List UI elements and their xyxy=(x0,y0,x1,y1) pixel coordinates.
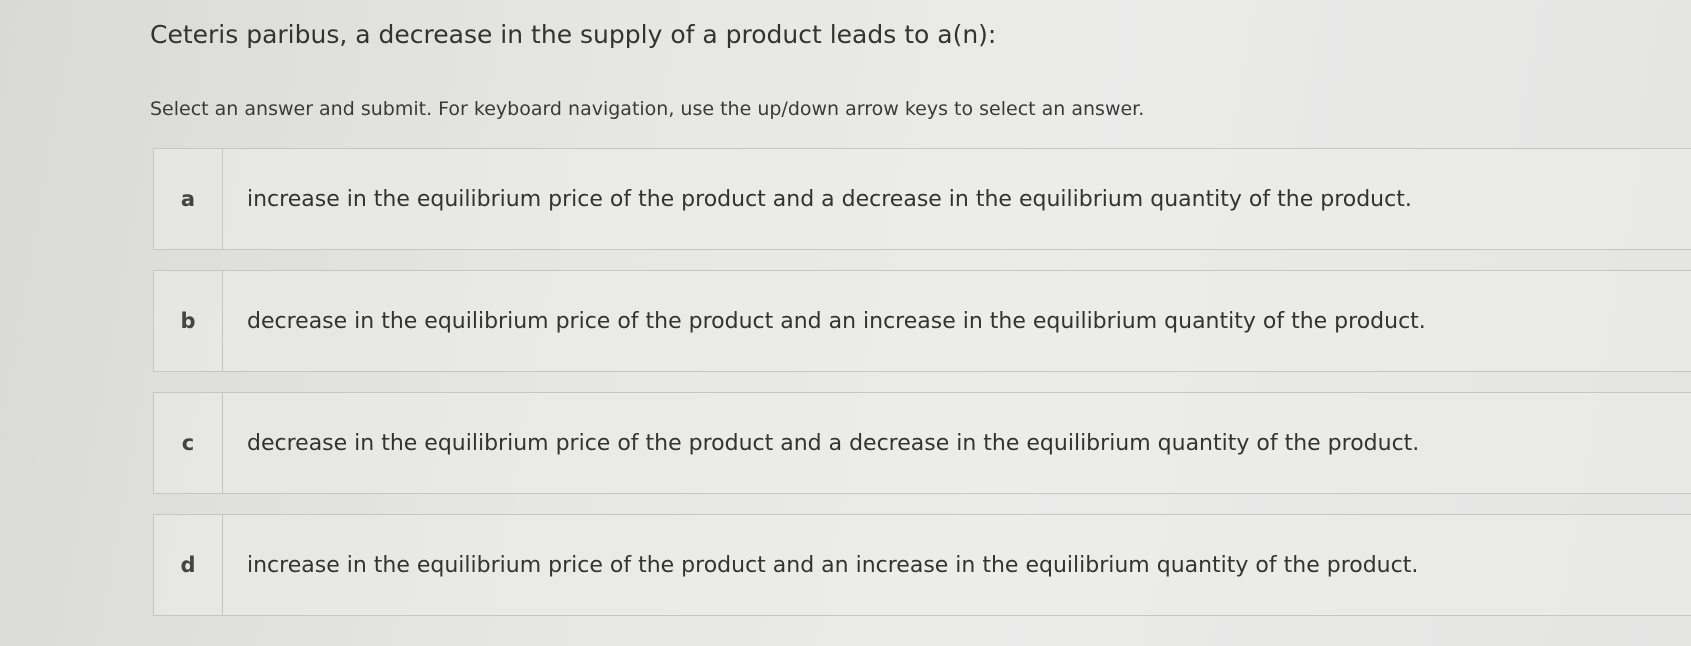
answer-letter: b xyxy=(154,271,223,371)
answer-text: increase in the equilibrium price of the… xyxy=(247,552,1419,578)
answer-letter: c xyxy=(154,393,223,493)
answer-text: decrease in the equilibrium price of the… xyxy=(247,308,1426,334)
quiz-page: Ceteris paribus, a decrease in the suppl… xyxy=(0,0,1691,646)
question-text: Ceteris paribus, a decrease in the suppl… xyxy=(150,20,997,49)
answer-option-a[interactable]: a increase in the equilibrium price of t… xyxy=(153,148,1691,250)
answer-option-c[interactable]: c decrease in the equilibrium price of t… xyxy=(153,392,1691,494)
answer-letter: a xyxy=(154,149,223,249)
answer-letter: d xyxy=(154,515,223,615)
answer-option-d[interactable]: d increase in the equilibrium price of t… xyxy=(153,514,1691,616)
instructions-text: Select an answer and submit. For keyboar… xyxy=(150,98,1145,120)
answer-text: decrease in the equilibrium price of the… xyxy=(247,430,1420,456)
answer-list: a increase in the equilibrium price of t… xyxy=(153,148,1691,636)
answer-text: increase in the equilibrium price of the… xyxy=(247,186,1412,212)
answer-option-b[interactable]: b decrease in the equilibrium price of t… xyxy=(153,270,1691,372)
